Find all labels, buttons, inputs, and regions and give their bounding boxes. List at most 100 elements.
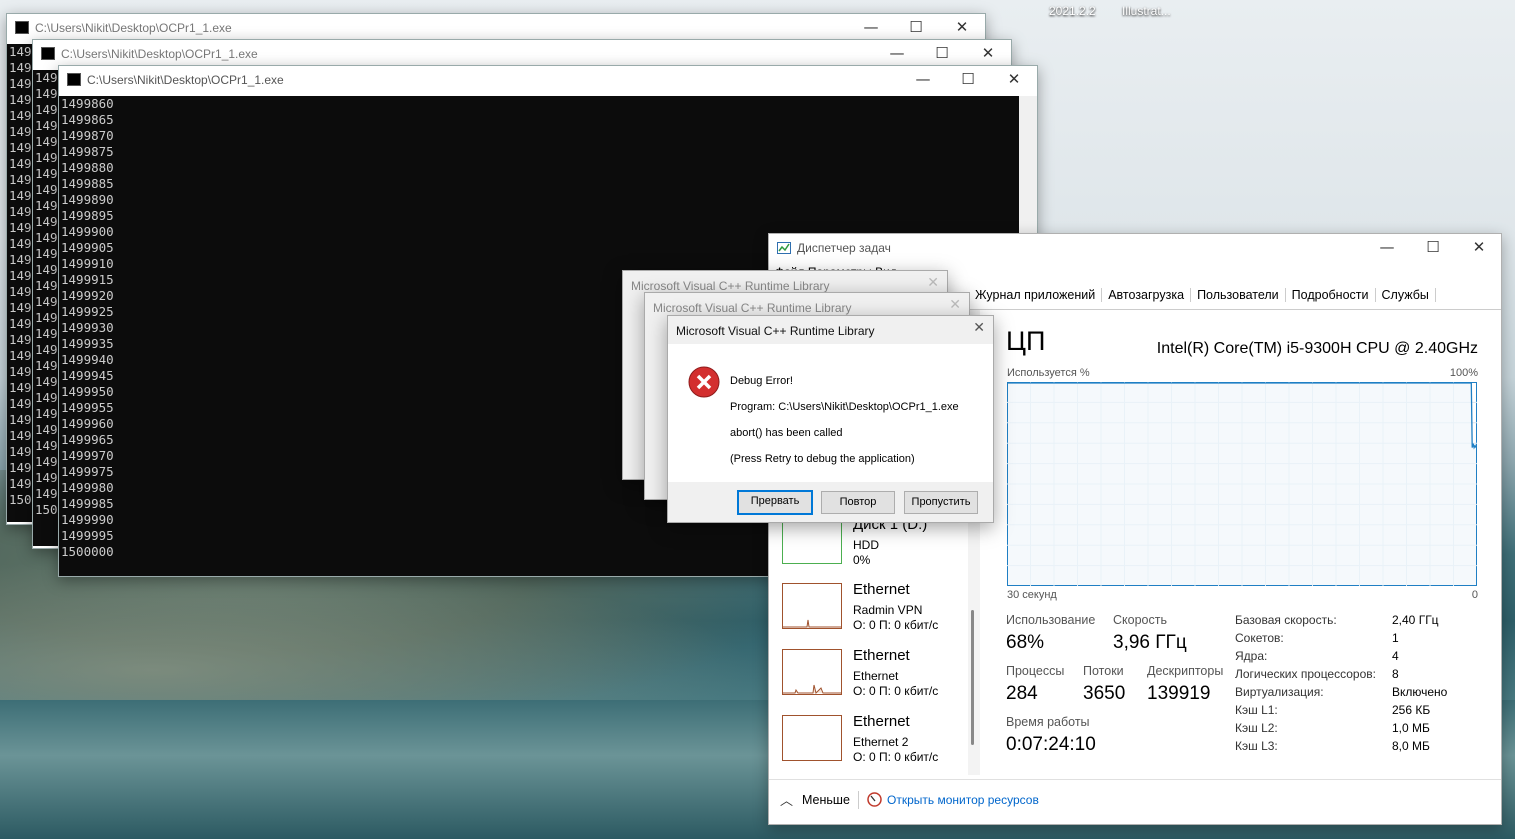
- spec-label: Кэш L1:: [1235, 703, 1278, 717]
- tab-item[interactable]: Пользователи: [1191, 288, 1286, 302]
- sidebar-item-ethernet[interactable]: Ethernet Ethernet 2 О: 0 П: 0 кбит/с: [782, 713, 982, 775]
- spec-label: Кэш L3:: [1235, 739, 1278, 753]
- close-icon[interactable]: ✕: [927, 275, 939, 291]
- sidebar-item-value: О: 0 П: 0 кбит/с: [853, 618, 939, 632]
- sidebar-item-value: О: 0 П: 0 кбит/с: [853, 684, 939, 698]
- sidebar-item-subtitle: HDD: [853, 538, 879, 552]
- spec-value: 4: [1392, 649, 1399, 663]
- console-line: 1499875: [61, 144, 114, 159]
- processes-label: Процессы: [1006, 664, 1065, 678]
- maximize-icon[interactable]: ☐: [957, 70, 979, 88]
- sidebar-item-subtitle: Radmin VPN: [853, 603, 923, 617]
- console-line: 1499865: [61, 112, 114, 127]
- dialog-title: Microsoft Visual C++ Runtime Library: [676, 324, 875, 338]
- window-titlebar[interactable]: C:\Users\Nikit\Desktop\OCPr1_1.exe — ☐ ✕: [33, 40, 1011, 66]
- processes-value: 284: [1006, 683, 1038, 704]
- spec-label: Логических процессоров:: [1235, 667, 1376, 681]
- console-line: 1499895: [61, 208, 114, 223]
- minimize-icon[interactable]: —: [912, 70, 934, 88]
- cpu-usage-area: [1008, 383, 1476, 585]
- sidebar-item-title: Ethernet: [853, 647, 910, 664]
- spec-label: Сокетов:: [1235, 631, 1284, 645]
- desktop-icon-label[interactable]: Illustrat...: [1122, 4, 1171, 18]
- window-titlebar[interactable]: C:\Users\Nikit\Desktop\OCPr1_1.exe — ☐ ✕: [7, 14, 985, 40]
- spec-label: Виртуализация:: [1235, 685, 1324, 699]
- window-titlebar[interactable]: Диспетчер задач — ☐ ✕: [769, 234, 1501, 262]
- footer-divider: [769, 779, 1501, 780]
- spec-label: Базовая скорость:: [1235, 613, 1337, 627]
- footer-separator: [858, 791, 859, 809]
- tab-item[interactable]: Подробности: [1286, 288, 1376, 302]
- sidebar-item-value: О: 0 П: 0 кбит/с: [853, 750, 939, 764]
- dialog-title: Microsoft Visual C++ Runtime Library: [631, 279, 830, 293]
- desktop-icon-label[interactable]: 2021.2.2: [1049, 4, 1096, 18]
- close-icon[interactable]: ✕: [1003, 70, 1025, 88]
- dialog-body: Debug Error! Program: C:\Users\Nikit\Des…: [668, 344, 993, 482]
- graph-min-label: 0: [1471, 589, 1478, 601]
- retry-button[interactable]: Повтор: [821, 491, 895, 514]
- cpu-title: ЦП: [1006, 326, 1046, 356]
- tab-item[interactable]: Журнал приложений: [969, 288, 1103, 302]
- maximize-icon[interactable]: ☐: [1422, 238, 1444, 256]
- spec-label: Кэш L2:: [1235, 721, 1278, 735]
- error-hint: (Press Retry to debug the application): [730, 453, 915, 465]
- console-line: 1499885: [61, 176, 114, 191]
- debug-error-dialog[interactable]: Microsoft Visual C++ Runtime Library ✕ D…: [667, 315, 994, 523]
- console-line: 1499890: [61, 192, 114, 207]
- minimize-icon[interactable]: —: [1376, 238, 1398, 256]
- maximize-icon[interactable]: ☐: [905, 18, 927, 36]
- graph-y-label: Используется %: [1007, 367, 1090, 379]
- open-resource-monitor-link[interactable]: Открыть монитор ресурсов: [887, 793, 1039, 807]
- resource-monitor-icon[interactable]: [867, 792, 882, 807]
- tab-item[interactable]: Автозагрузка: [1102, 288, 1192, 302]
- window-title: C:\Users\Nikit\Desktop\OCPr1_1.exe: [35, 21, 232, 35]
- window-title: C:\Users\Nikit\Desktop\OCPr1_1.exe: [87, 73, 284, 87]
- window-titlebar[interactable]: C:\Users\Nikit\Desktop\OCPr1_1.exe — ☐ ✕: [59, 66, 1037, 92]
- minimize-icon[interactable]: —: [886, 44, 908, 62]
- error-message: abort() has been called: [730, 427, 843, 439]
- console-app-icon: [41, 47, 55, 60]
- sidebar-item-title: Ethernet: [853, 713, 910, 730]
- sidebar-item-subtitle: Ethernet 2: [853, 735, 909, 749]
- spec-value: 8,0 МБ: [1392, 739, 1430, 753]
- tab-strip[interactable]: Журнал приложений Автозагрузка Пользовател…: [969, 288, 1436, 302]
- spec-value: Включено: [1392, 685, 1448, 699]
- threads-value: 3650: [1083, 683, 1126, 704]
- minimize-icon[interactable]: —: [860, 18, 882, 36]
- window-title: C:\Users\Nikit\Desktop\OCPr1_1.exe: [61, 47, 258, 61]
- error-heading: Debug Error!: [730, 375, 793, 387]
- error-program-path: Program: C:\Users\Nikit\Desktop\OCPr1_1.…: [730, 401, 959, 413]
- spec-value: 256 КБ: [1392, 703, 1431, 717]
- ignore-button[interactable]: Пропустить: [904, 491, 978, 514]
- graph-x-label: 30 секунд: [1007, 589, 1057, 601]
- graph-max-label: 100%: [1449, 367, 1478, 379]
- maximize-icon[interactable]: ☐: [931, 44, 953, 62]
- dialog-title: Microsoft Visual C++ Runtime Library: [653, 301, 852, 315]
- sidebar-item-title: Ethernet: [853, 581, 910, 598]
- ethernet-graph-thumbnail: [782, 583, 842, 629]
- tab-item[interactable]: Службы: [1376, 288, 1436, 302]
- close-icon[interactable]: ✕: [977, 44, 999, 62]
- sidebar-item-ethernet[interactable]: Ethernet Radmin VPN О: 0 П: 0 кбит/с: [782, 581, 982, 643]
- error-icon: [688, 366, 720, 398]
- console-app-icon: [67, 73, 81, 86]
- close-icon[interactable]: ✕: [1468, 238, 1490, 256]
- close-icon[interactable]: ✕: [949, 297, 961, 313]
- cpu-model: Intel(R) Core(TM) i5-9300H CPU @ 2.40GHz: [1156, 340, 1478, 357]
- spec-label: Ядра:: [1235, 649, 1268, 663]
- spec-value: 1: [1392, 631, 1399, 645]
- console-app-icon: [15, 21, 29, 34]
- spec-value: 1,0 МБ: [1392, 721, 1430, 735]
- sidebar-item-subtitle: Ethernet: [853, 669, 899, 683]
- task-manager-icon: [777, 242, 791, 254]
- uptime-label: Время работы: [1006, 715, 1090, 729]
- speed-value: 3,96 ГГц: [1113, 632, 1187, 653]
- close-icon[interactable]: ✕: [951, 18, 973, 36]
- close-icon[interactable]: ✕: [973, 320, 985, 336]
- scrollbar-thumb[interactable]: [971, 610, 974, 745]
- abort-button[interactable]: Прервать: [737, 490, 813, 515]
- sidebar-item-disk[interactable]: Диск 1 (D:) HDD 0%: [782, 516, 982, 578]
- chevron-up-icon[interactable]: ︿: [780, 790, 793, 809]
- fewer-details-button[interactable]: Меньше: [802, 793, 850, 807]
- sidebar-item-ethernet[interactable]: Ethernet Ethernet О: 0 П: 0 кбит/с: [782, 647, 982, 709]
